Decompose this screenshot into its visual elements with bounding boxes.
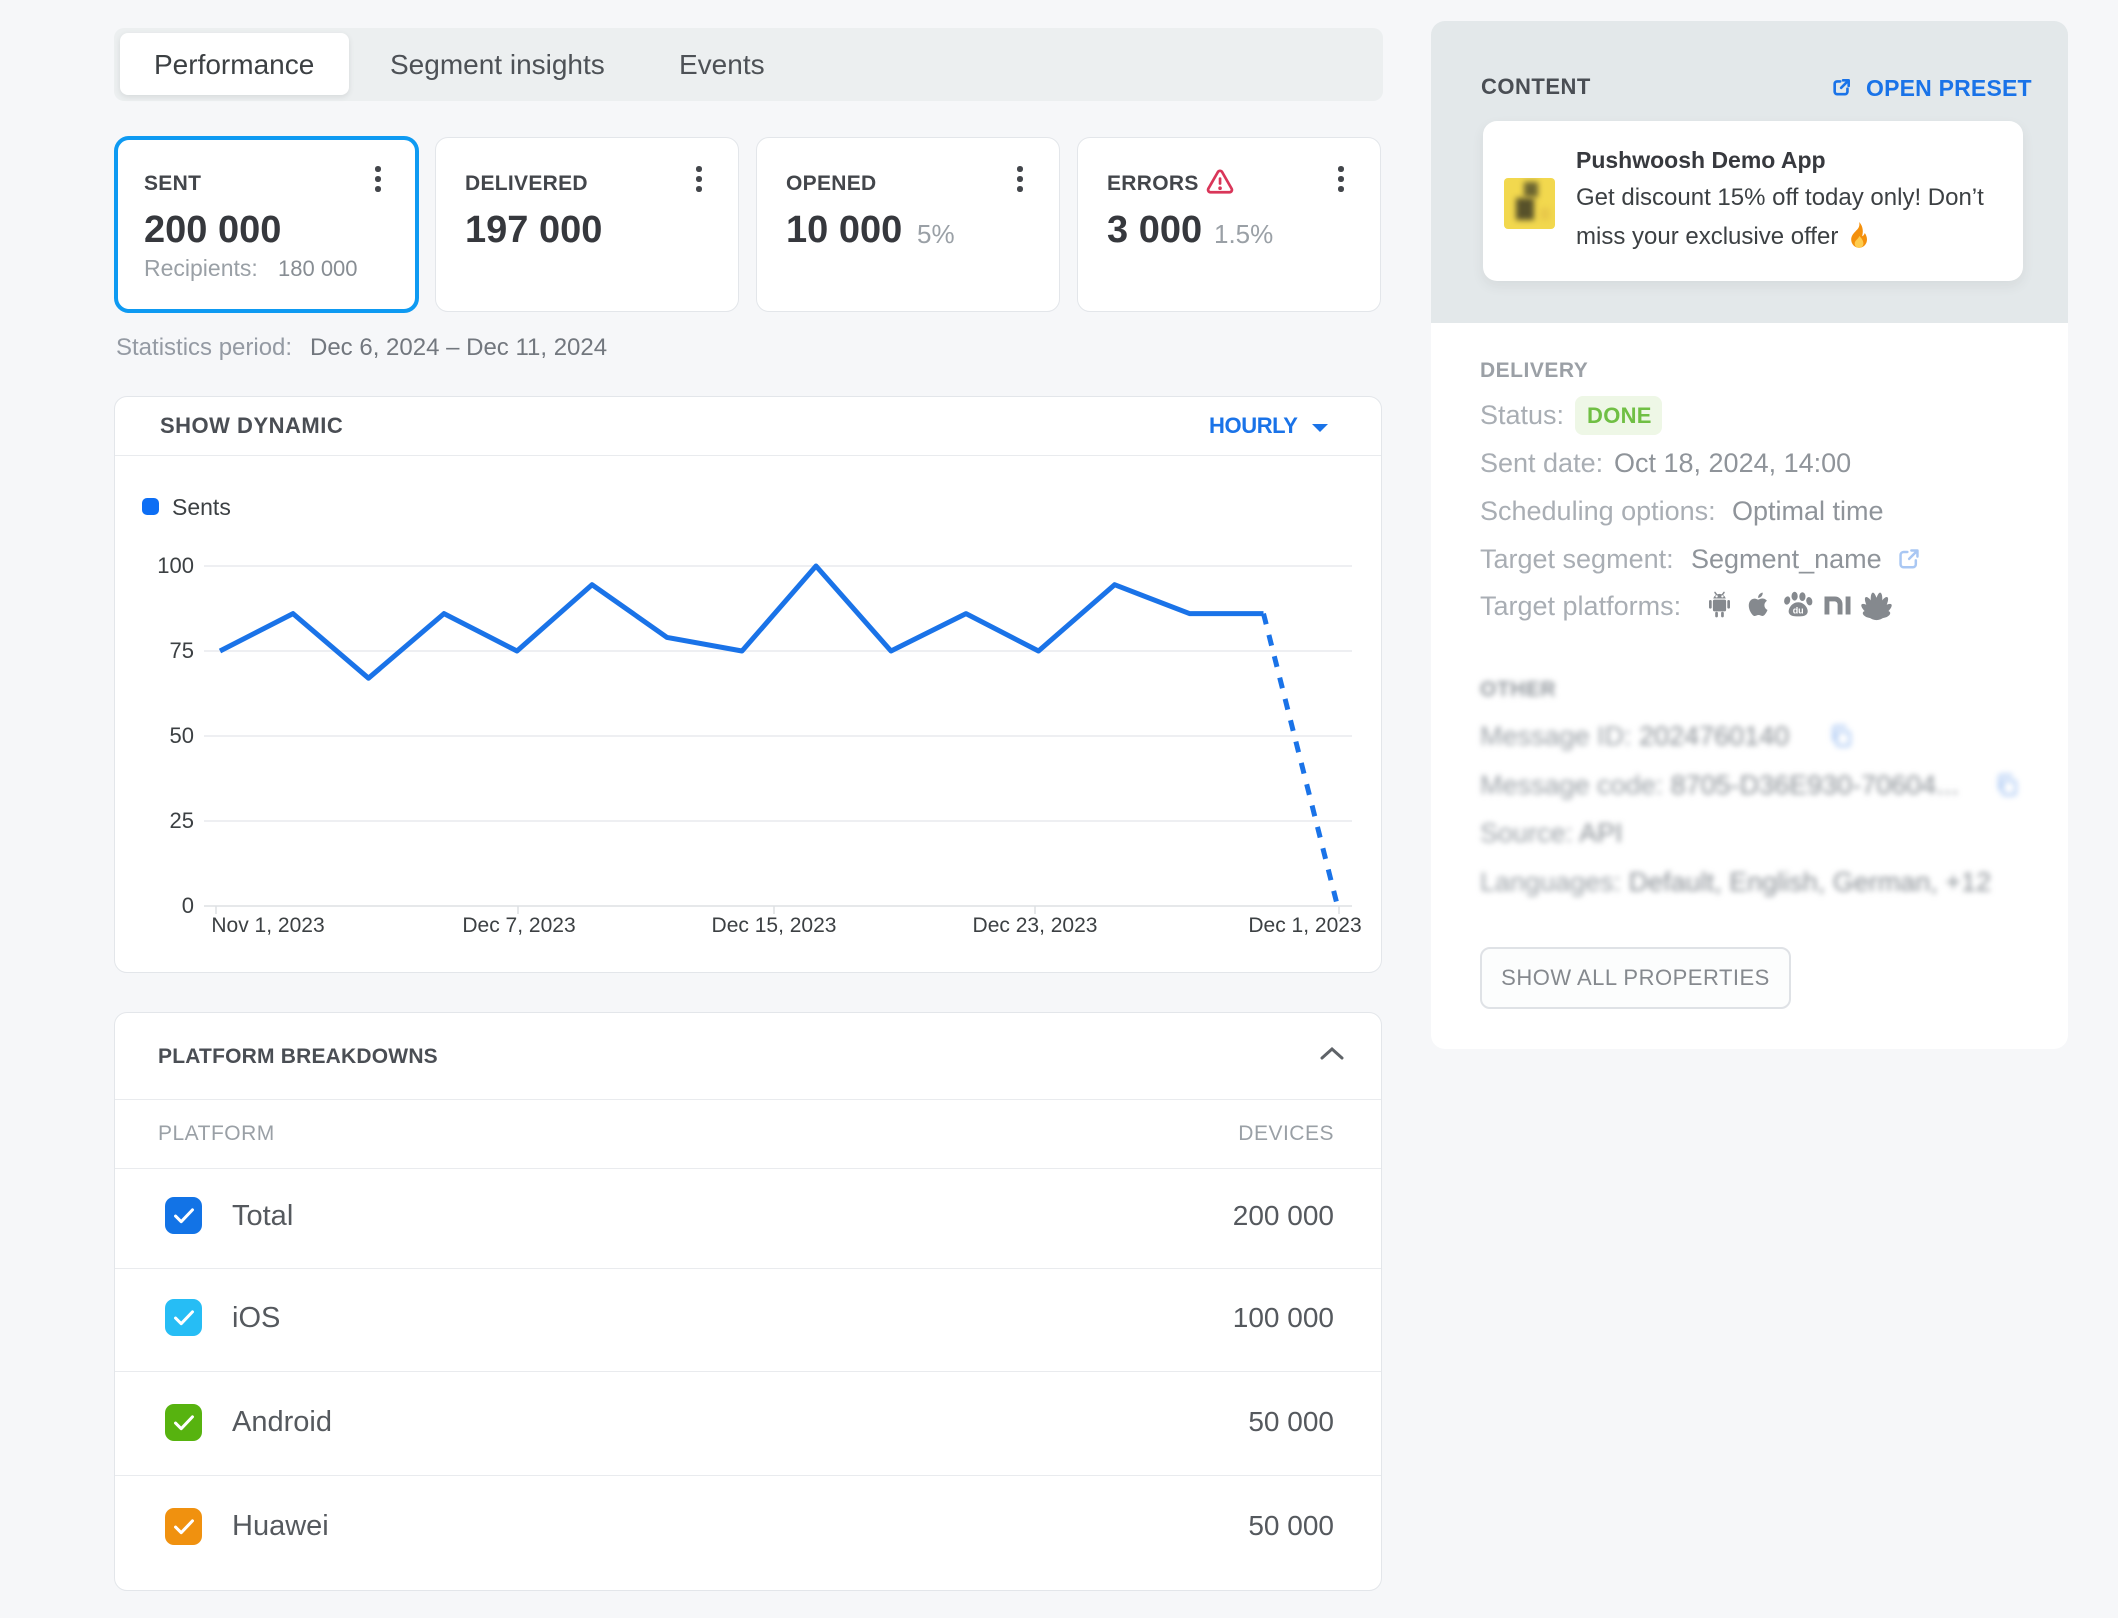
svg-text:Dec 15, 2023: Dec 15, 2023 (712, 914, 837, 937)
svg-text:Dec 23, 2023: Dec 23, 2023 (973, 914, 1098, 937)
svg-text:Dec 7, 2023: Dec 7, 2023 (462, 914, 575, 937)
svg-text:0: 0 (182, 893, 194, 918)
svg-text:du: du (1793, 605, 1804, 615)
svg-text:25: 25 (170, 808, 194, 833)
svg-text:Dec 1, 2023: Dec 1, 2023 (1248, 914, 1361, 937)
svg-text:100: 100 (157, 553, 194, 578)
svg-text:75: 75 (170, 638, 194, 663)
svg-text:50: 50 (170, 723, 194, 748)
svg-text:Nov 1, 2023: Nov 1, 2023 (211, 914, 324, 937)
